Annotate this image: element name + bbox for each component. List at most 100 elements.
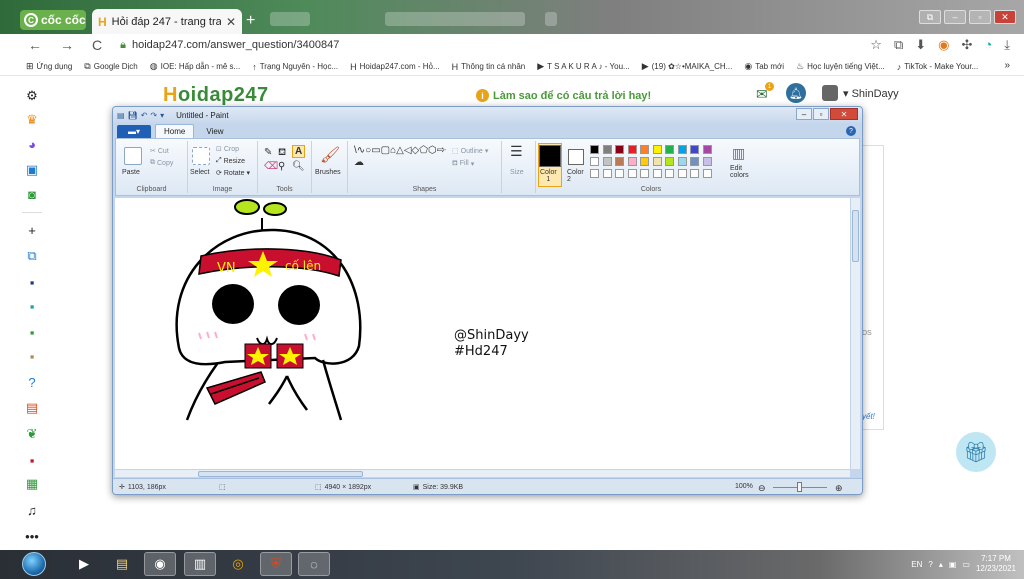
paint-taskbar-icon[interactable]: ▥: [184, 552, 216, 576]
outline-button[interactable]: ⬚ Outline ▾: [452, 147, 488, 156]
url-field[interactable]: 🔒︎ hoidap247.com/answer_question/3400847: [120, 39, 339, 52]
bookmarks-more-button[interactable]: »: [1004, 60, 1010, 71]
zoom-slider-knob[interactable]: [797, 482, 802, 492]
question-app-icon[interactable]: ?: [24, 374, 40, 390]
shapes-gallery[interactable]: \∿○▭▢⌂△◁◇⬠⬡⇨⇦⇧⇩✧☆✩▭◯◯☁: [354, 145, 446, 181]
palette-swatch[interactable]: [627, 145, 637, 154]
tiki-app-icon[interactable]: ▪: [24, 452, 40, 468]
bookmark-item[interactable]: ▶ (19) ✿☆•MAIKA_CH...: [642, 61, 733, 72]
help-icon[interactable]: ?: [846, 126, 856, 136]
palette-swatch[interactable]: [677, 157, 687, 166]
settings-gear-icon[interactable]: ⚙: [24, 88, 40, 104]
palette-swatch[interactable]: [690, 157, 699, 166]
new-tab-button[interactable]: +: [246, 12, 255, 30]
eraser-tool-icon[interactable]: ⌫: [264, 161, 278, 172]
leaf-app-icon[interactable]: ❦: [24, 426, 40, 442]
palette-swatch[interactable]: [677, 145, 687, 154]
tab-home[interactable]: Home: [155, 124, 195, 138]
bookmark-item[interactable]: ◉ Tab mới: [744, 61, 784, 72]
sheet-app-icon[interactable]: ▦: [24, 476, 40, 492]
teal-app-icon[interactable]: ▪: [24, 298, 40, 314]
window-minimize-button[interactable]: –: [944, 10, 966, 24]
text-tool-icon[interactable]: A: [292, 145, 306, 158]
paint-maximize-button[interactable]: ▫: [813, 108, 829, 120]
t-app-icon[interactable]: ▪: [24, 348, 40, 364]
palette-custom-swatch[interactable]: [702, 169, 712, 178]
select-icon[interactable]: [192, 147, 210, 165]
horizontal-scroll-thumb[interactable]: [198, 471, 363, 477]
palette-swatch[interactable]: [640, 157, 649, 166]
antivirus-tray-icon[interactable]: ▣: [949, 560, 957, 569]
edit-colors-button[interactable]: Edit colors: [730, 165, 749, 179]
palette-custom-swatch[interactable]: [615, 169, 624, 178]
palette-swatch[interactable]: [590, 145, 599, 154]
media-player-icon[interactable]: ▶: [68, 552, 100, 576]
palette-custom-swatch[interactable]: [665, 169, 674, 178]
palette-custom-swatch[interactable]: [640, 169, 649, 178]
size-lines-icon[interactable]: ☰: [510, 144, 523, 158]
bell-icon[interactable]: 🔔︎: [786, 83, 806, 103]
palette-custom-swatch[interactable]: [677, 169, 687, 178]
bookmark-item[interactable]: ◍ IOE: Hấp dẫn - mê s...: [150, 61, 240, 72]
translate-app-icon[interactable]: ⧉: [24, 248, 40, 264]
paint-app-icon[interactable]: ▤: [117, 111, 125, 120]
reload-button[interactable]: C: [92, 37, 102, 53]
palette-swatch[interactable]: [615, 157, 624, 166]
download-icon[interactable]: ⬇: [915, 37, 926, 53]
chrome-taskbar-icon[interactable]: ◎: [222, 552, 254, 576]
tab-view[interactable]: View: [198, 125, 231, 138]
paint-canvas[interactable]: VN cố lên @ShinDayy #Hd247: [115, 198, 850, 469]
palette-custom-swatch[interactable]: [602, 169, 612, 178]
palette-custom-swatch[interactable]: [652, 169, 662, 178]
green-app-icon[interactable]: ▪: [24, 324, 40, 340]
coccoc-extension-icon[interactable]: ◉: [938, 37, 949, 53]
avatar[interactable]: [822, 85, 838, 101]
paint-file-menu-button[interactable]: ▬ ▾: [117, 125, 151, 138]
zoom-out-button[interactable]: ⊖: [758, 483, 766, 494]
site-logo[interactable]: Hoidap247: [163, 84, 269, 107]
clock[interactable]: 7:17 PM 12/23/2021: [976, 554, 1016, 574]
file-explorer-icon[interactable]: ▤: [106, 552, 138, 576]
profile-icon[interactable]: ◔: [984, 37, 992, 53]
panel-link[interactable]: yết!: [862, 412, 875, 421]
palette-swatch[interactable]: [590, 157, 599, 166]
zalo-icon[interactable]: ▣: [24, 162, 40, 178]
blurred-tab[interactable]: [385, 12, 525, 26]
fill-tool-icon[interactable]: ⛾: [278, 147, 286, 160]
bookmark-item[interactable]: ⊞ Ứng dụng: [26, 61, 72, 72]
color-picker-icon[interactable]: ⚲: [278, 161, 285, 172]
palette-swatch[interactable]: [602, 157, 612, 166]
palette-swatch[interactable]: [690, 145, 699, 154]
network-tray-icon[interactable]: ▭: [962, 560, 970, 569]
back-button[interactable]: ←: [28, 37, 42, 53]
tray-expand-icon[interactable]: ▴: [939, 560, 943, 569]
resize-button[interactable]: ⤢ Resize: [216, 157, 245, 165]
palette-swatch[interactable]: [615, 145, 624, 154]
help-tray-icon[interactable]: ?: [928, 560, 932, 569]
window-close-button[interactable]: ✕: [994, 10, 1016, 24]
bookmark-star-icon[interactable]: ☆: [870, 37, 882, 53]
translate-icon[interactable]: ⧉: [894, 37, 903, 53]
palette-swatch[interactable]: [702, 145, 712, 154]
blurred-tab[interactable]: [545, 12, 557, 26]
paint-doc-taskbar-icon[interactable]: ◌: [298, 552, 330, 576]
palette-swatch[interactable]: [652, 145, 662, 154]
undo-icon[interactable]: ↶: [141, 111, 148, 120]
cut-button[interactable]: ✂ Cut: [150, 147, 169, 156]
horizontal-scrollbar[interactable]: [115, 469, 850, 477]
bookmark-item[interactable]: ♨ Học luyện tiếng Việt...: [796, 61, 885, 72]
brushes-button[interactable]: Brushes: [315, 169, 341, 176]
blurred-tab[interactable]: [270, 12, 310, 26]
coccoc-taskbar-icon[interactable]: ◉: [144, 552, 176, 576]
edit-colors-icon[interactable]: ▥: [732, 145, 745, 162]
answer-hint-link[interactable]: i Làm sao để có câu trả lời hay!: [476, 89, 651, 102]
paint-close-button[interactable]: ✕: [830, 108, 858, 120]
window-maximize-button[interactable]: ▫: [969, 10, 991, 24]
add-icon[interactable]: +: [24, 222, 40, 238]
palette-swatch[interactable]: [640, 145, 649, 154]
clipboard-app-icon[interactable]: ▤: [24, 400, 40, 416]
palette-swatch[interactable]: [602, 145, 612, 154]
color2-swatch[interactable]: [568, 149, 584, 165]
size-button[interactable]: Size: [510, 169, 524, 176]
pencil-tool-icon[interactable]: ✎: [264, 147, 272, 158]
